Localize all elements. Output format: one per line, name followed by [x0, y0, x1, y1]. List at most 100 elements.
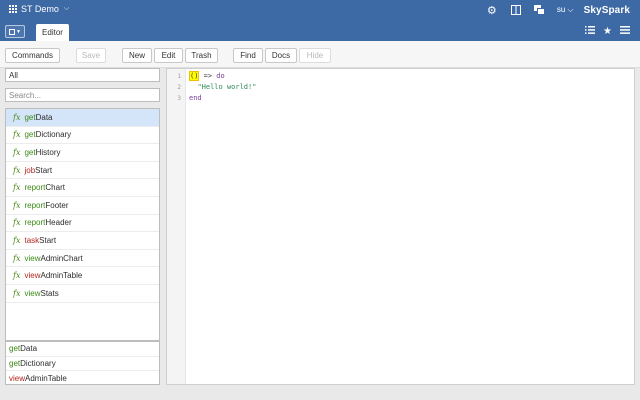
function-prefix: view: [24, 288, 41, 298]
function-suffix: Chart: [45, 183, 65, 193]
function-suffix: Header: [45, 218, 72, 228]
code-editor[interactable]: 1 2 3 () => do "Hello world!" end: [166, 68, 635, 385]
list-item[interactable]: fx task Start: [6, 232, 159, 250]
function-suffix: Start: [39, 235, 57, 245]
end-keyword: end: [189, 94, 202, 102]
commands-button[interactable]: Commands: [5, 48, 60, 63]
function-prefix: get: [24, 130, 36, 140]
function-suffix: Data: [20, 344, 38, 354]
function-suffix: AdminChart: [40, 253, 83, 263]
line-number: 3: [177, 95, 181, 102]
star-icon[interactable]: ★: [603, 26, 612, 37]
function-icon: fx: [13, 271, 21, 281]
list-item[interactable]: fx get Dictionary: [6, 127, 159, 145]
function-icon: fx: [13, 165, 21, 175]
list-item[interactable]: fx view AdminTable: [6, 267, 159, 285]
do-keyword: do: [216, 72, 225, 80]
recent-item[interactable]: get Data: [6, 342, 159, 357]
list-item[interactable]: fx job Start: [6, 162, 159, 180]
function-prefix: report: [24, 183, 46, 193]
chevron-down-icon: ▼: [16, 28, 21, 35]
brand-logo: SkySpark: [583, 4, 630, 16]
function-list: fx get Data fx get Dictionary fx get History fx jo…: [5, 108, 160, 341]
recent-item[interactable]: get Dictionary: [6, 357, 159, 372]
list-item[interactable]: fx get Data: [6, 109, 159, 127]
line-number-gutter: 1 2 3: [167, 69, 186, 384]
code-line[interactable]: end: [189, 94, 202, 102]
edit-button[interactable]: Edit: [154, 48, 183, 63]
list-item[interactable]: fx report Header: [6, 215, 159, 233]
panel-icon[interactable]: [509, 3, 523, 17]
function-suffix: Data: [35, 112, 53, 122]
function-suffix: Start: [35, 165, 53, 175]
function-suffix: Stats: [40, 288, 59, 298]
chevron-down-icon: ⌵: [567, 5, 574, 14]
function-icon: fx: [13, 147, 21, 157]
new-button[interactable]: New: [122, 48, 152, 63]
toolbar: Commands Save New Edit Trash Find Docs H…: [0, 41, 640, 68]
windows-icon[interactable]: [533, 3, 547, 17]
function-icon: fx: [13, 200, 21, 210]
function-prefix: report: [24, 200, 46, 210]
function-icon: fx: [13, 130, 21, 140]
chevron-down-icon: ⌵: [63, 5, 70, 12]
function-navigator: All Search... fx get Data fx get Dictionary fx…: [5, 68, 161, 385]
function-prefix: job: [24, 165, 36, 175]
function-prefix: get: [24, 147, 36, 157]
trash-button[interactable]: Trash: [185, 48, 218, 63]
line-number: 2: [177, 84, 181, 91]
find-button[interactable]: Find: [233, 48, 263, 63]
function-suffix: Footer: [45, 200, 69, 210]
function-prefix: task: [24, 235, 40, 245]
recent-item[interactable]: view AdminTable: [6, 371, 159, 386]
top-bar: ST Demo ⌵ ⚙ su ⌵ SkySpark: [0, 0, 640, 21]
list-icon[interactable]: [585, 26, 596, 37]
list-item[interactable]: fx get History: [6, 144, 159, 162]
docs-button[interactable]: Docs: [265, 48, 297, 63]
function-prefix: get: [24, 112, 36, 122]
line-number: 1: [177, 73, 181, 80]
code-line[interactable]: () => do: [189, 71, 225, 81]
project-name: ST Demo: [21, 4, 59, 14]
recent-functions-list: get Data get Dictionary view AdminTable: [5, 341, 160, 385]
list-item[interactable]: fx report Chart: [6, 179, 159, 197]
function-icon: fx: [13, 112, 21, 122]
tab-bar: ▼ Editor ★: [0, 21, 640, 41]
app-icon: [9, 28, 16, 35]
project-selector[interactable]: ST Demo ⌵: [9, 4, 69, 14]
arrow-token: =>: [199, 72, 217, 80]
string-literal: "Hello world!": [197, 83, 257, 91]
list-item[interactable]: fx view AdminChart: [6, 250, 159, 268]
gear-icon[interactable]: ⚙: [485, 3, 499, 17]
function-icon: fx: [13, 288, 21, 298]
function-prefix: get: [9, 344, 21, 354]
function-prefix: report: [24, 218, 46, 228]
list-item[interactable]: fx report Footer: [6, 197, 159, 215]
search-input[interactable]: Search...: [5, 88, 160, 102]
code-line[interactable]: "Hello world!": [189, 83, 256, 91]
function-suffix: AdminTable: [40, 271, 83, 281]
grid-icon: [9, 5, 17, 13]
function-suffix: Dictionary: [20, 358, 56, 368]
list-item[interactable]: fx view Stats: [6, 285, 159, 303]
matched-parens: (): [189, 71, 200, 81]
function-suffix: Dictionary: [35, 130, 72, 140]
function-icon: fx: [13, 183, 21, 193]
hide-button[interactable]: Hide: [299, 48, 331, 63]
function-prefix: get: [9, 358, 21, 368]
user-name: su: [556, 5, 566, 14]
function-prefix: view: [9, 373, 26, 383]
function-icon: fx: [13, 235, 21, 245]
user-menu[interactable]: su ⌵: [557, 5, 574, 15]
function-icon: fx: [13, 218, 21, 228]
filter-select[interactable]: All: [5, 68, 160, 82]
function-prefix: view: [24, 253, 41, 263]
function-icon: fx: [13, 253, 21, 263]
hamburger-icon[interactable]: [620, 26, 630, 37]
function-suffix: AdminTable: [25, 373, 67, 383]
app-menu-button[interactable]: ▼: [5, 25, 25, 38]
function-suffix: History: [35, 147, 61, 157]
function-prefix: view: [24, 271, 41, 281]
tab-editor[interactable]: Editor: [36, 24, 69, 41]
save-button[interactable]: Save: [76, 48, 106, 63]
